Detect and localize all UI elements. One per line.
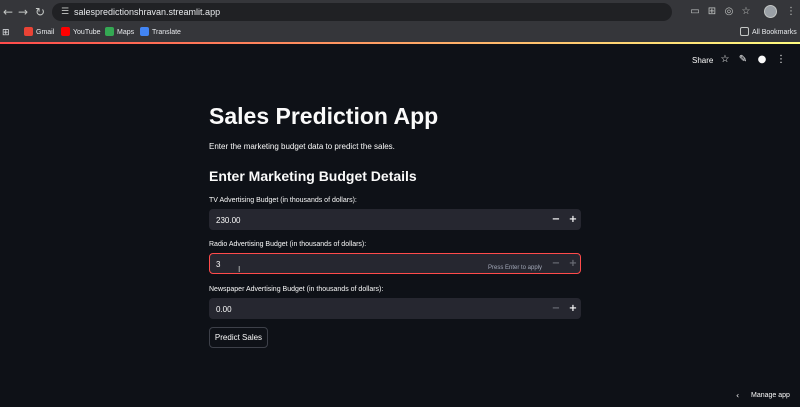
gmail-icon	[24, 27, 33, 36]
site-info-icon[interactable]: ☰	[59, 6, 71, 18]
predict-sales-button[interactable]: Predict Sales	[209, 327, 268, 348]
url-text: salespredictionshravan.streamlit.app	[74, 7, 221, 17]
star-icon[interactable]: ☆	[739, 5, 753, 19]
eye-off-icon[interactable]: ◎	[722, 5, 736, 19]
newspaper-budget-label: Newspaper Advertising Budget (in thousan…	[209, 286, 384, 293]
forward-icon[interactable]: →	[15, 4, 31, 20]
bookmark-maps[interactable]: Maps	[105, 26, 134, 40]
reload-icon[interactable]: ↻	[32, 4, 48, 20]
star-icon[interactable]: ☆	[719, 54, 731, 66]
bookmark-label: Gmail	[36, 29, 55, 36]
section-title: Enter Marketing Budget Details	[209, 168, 417, 184]
bookmark-label: Maps	[117, 29, 135, 36]
github-icon[interactable]: ●	[756, 54, 768, 66]
tv-budget-label: TV Advertising Budget (in thousands of d…	[209, 197, 357, 204]
bookmark-label: Translate	[152, 29, 181, 36]
radio-budget-input[interactable]	[216, 257, 476, 271]
page-subtitle: Enter the marketing budget data to predi…	[209, 142, 395, 151]
youtube-icon	[61, 27, 70, 36]
decrement-button[interactable]: −	[548, 256, 564, 272]
decrement-button[interactable]: −	[548, 301, 564, 317]
translate-icon[interactable]: ⊞	[705, 5, 719, 19]
all-bookmarks[interactable]: All Bookmarks	[740, 26, 797, 40]
all-bookmarks-label: All Bookmarks	[752, 29, 797, 36]
bookmark-youtube[interactable]: YouTube	[61, 26, 101, 40]
apps-grid-icon[interactable]: ⊞	[2, 26, 10, 40]
app-header: Share ☆ ✎ ● ⋮	[0, 44, 800, 80]
tv-budget-field: − +	[209, 209, 581, 230]
profile-avatar[interactable]	[764, 5, 777, 18]
decrement-button[interactable]: −	[548, 212, 564, 228]
browser-toolbar: ← → ↻ ☰ salespredictionshravan.streamlit…	[0, 0, 800, 24]
chevron-left-icon[interactable]: ‹	[736, 391, 739, 400]
bookmark-gmail[interactable]: Gmail	[24, 26, 54, 40]
increment-button[interactable]: +	[565, 301, 581, 317]
text-cursor-icon: I	[238, 265, 241, 274]
radio-budget-label: Radio Advertising Budget (in thousands o…	[209, 241, 367, 248]
cast-icon[interactable]: ▭	[688, 5, 702, 19]
page-title: Sales Prediction App	[209, 103, 439, 129]
share-button[interactable]: Share	[692, 56, 713, 65]
bookmark-translate[interactable]: Translate	[140, 26, 181, 40]
increment-button[interactable]: +	[565, 212, 581, 228]
translate-bookmark-icon	[140, 27, 149, 36]
press-enter-hint: Press Enter to apply	[488, 265, 543, 271]
newspaper-budget-input[interactable]	[216, 302, 476, 316]
radio-budget-field: Press Enter to apply − +	[209, 253, 581, 274]
increment-button[interactable]: +	[565, 256, 581, 272]
folder-icon	[740, 27, 749, 36]
maps-icon	[105, 27, 114, 36]
manage-app-button[interactable]: Manage app	[751, 392, 790, 399]
main-menu-icon[interactable]: ⋮	[775, 54, 787, 66]
edit-icon[interactable]: ✎	[737, 54, 749, 66]
bookmark-label: YouTube	[73, 29, 101, 36]
more-icon[interactable]: ⋮	[784, 5, 798, 19]
tv-budget-input[interactable]	[216, 213, 476, 227]
newspaper-budget-field: − +	[209, 298, 581, 319]
bookmarks-bar: ⊞ Gmail YouTube Maps Translate All Bookm…	[0, 24, 800, 42]
address-bar[interactable]: ☰ salespredictionshravan.streamlit.app	[52, 3, 672, 21]
back-icon[interactable]: ←	[0, 4, 16, 20]
